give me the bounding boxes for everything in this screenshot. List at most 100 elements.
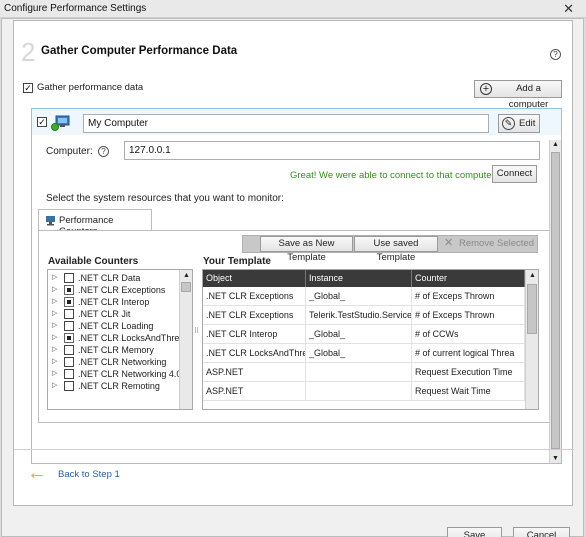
counter-item[interactable]: ▷ .NET CLR Jit — [48, 308, 178, 320]
gather-checkbox[interactable]: ✓ — [23, 83, 33, 93]
template-row[interactable]: .NET CLR Exceptions Telerik.TestStudio.Se… — [203, 306, 525, 325]
template-row[interactable]: .NET CLR LocksAndThrea _Global_ # of curre… — [203, 344, 525, 363]
counter-label: .NET CLR Interop — [78, 297, 150, 307]
counters-scrollbar[interactable]: ▲ — [179, 270, 192, 409]
resources-prompt: Select the system resources that you wan… — [46, 193, 284, 204]
grid-scroll-up-icon[interactable]: ▲ — [529, 272, 536, 279]
counter-checkbox[interactable] — [64, 369, 74, 379]
cancel-button[interactable]: Cancel — [513, 527, 570, 537]
expand-arrow-icon[interactable]: ▷ — [52, 344, 57, 356]
template-row[interactable]: ASP.NET Request Execution Time — [203, 363, 525, 382]
help-icon[interactable]: ? — [550, 49, 561, 60]
performance-counters-panel: Save as New Template Use saved Template … — [38, 230, 551, 423]
close-icon[interactable]: ✕ — [563, 1, 574, 17]
remove-selected-button[interactable]: ✕ Remove Selected — [444, 237, 536, 251]
expand-arrow-icon[interactable]: ▷ — [52, 296, 57, 308]
template-row[interactable]: .NET CLR Exceptions _Global_ # of Exceps T… — [203, 287, 525, 306]
computer-card: ✓ My Computer ✎ Edit Computer: ? 127.0.0… — [31, 108, 562, 464]
card-scroll-up-icon[interactable]: ▲ — [552, 141, 559, 148]
expand-arrow-icon[interactable]: ▷ — [52, 284, 57, 296]
template-toolbar: Save as New Template Use saved Template … — [242, 235, 538, 263]
splitter-handle[interactable]: ⠿ — [194, 328, 199, 335]
window-title: Configure Performance Settings — [4, 3, 147, 14]
counter-item[interactable]: ▷ .NET CLR Exceptions — [48, 284, 178, 296]
counter-checkbox[interactable] — [64, 297, 74, 307]
available-counters-list[interactable]: ▷ .NET CLR Data ▷ .NET CLR Exceptions ▷ .NET … — [47, 269, 193, 410]
edit-computer-button[interactable]: ✎ Edit — [498, 114, 540, 133]
scroll-up-icon[interactable]: ▲ — [183, 272, 190, 279]
cell-object: ASP.NET — [203, 363, 306, 382]
cell-counter: # of current logical Threa — [412, 344, 525, 363]
grid-scrollbar[interactable]: ▲ — [525, 270, 538, 409]
connection-status-message: Great! We were able to connect to that c… — [290, 170, 497, 181]
save-button[interactable]: Save — [447, 527, 502, 537]
computer-card-scrollbar[interactable]: ▲ ▼ — [549, 140, 561, 463]
your-template-title: Your Template — [203, 256, 271, 267]
expand-arrow-icon[interactable]: ▷ — [52, 380, 57, 392]
counter-item[interactable]: ▷ .NET CLR Networking 4.0 — [48, 368, 182, 380]
grid-header: Object Instance Counter — [203, 270, 525, 287]
counter-checkbox[interactable] — [64, 309, 74, 319]
counter-checkbox[interactable] — [64, 381, 74, 391]
performance-icon — [45, 215, 56, 226]
counter-label: .NET CLR Networking — [78, 357, 167, 367]
save-template-button[interactable]: Save as New Template — [260, 236, 353, 263]
pencil-icon: ✎ — [502, 117, 515, 130]
connect-button[interactable]: Connect — [492, 165, 537, 183]
expand-arrow-icon[interactable]: ▷ — [52, 368, 57, 380]
computer-name-input[interactable]: My Computer — [83, 114, 489, 133]
computer-enabled-checkbox[interactable]: ✓ — [37, 117, 47, 127]
back-to-step-1-link[interactable]: ← Back to Step 1 — [27, 462, 137, 486]
counters-scroll-thumb[interactable] — [181, 282, 191, 292]
use-template-button[interactable]: Use saved Template — [354, 236, 438, 263]
counter-label: .NET CLR Remoting — [78, 381, 160, 391]
cell-object: .NET CLR LocksAndThrea — [203, 344, 306, 363]
counter-checkbox[interactable] — [64, 345, 74, 355]
cell-counter: # of Exceps Thrown — [412, 287, 525, 306]
template-row[interactable]: ASP.NET Request Wait Time — [203, 382, 525, 401]
computer-address-input[interactable]: 127.0.0.1 — [124, 141, 540, 160]
expand-arrow-icon[interactable]: ▷ — [52, 332, 57, 344]
cell-instance: _Global_ — [306, 325, 412, 344]
available-counters-title: Available Counters — [48, 256, 139, 267]
counter-checkbox[interactable] — [64, 333, 74, 343]
column-object[interactable]: Object — [203, 270, 306, 287]
expand-arrow-icon[interactable]: ▷ — [52, 320, 57, 332]
counter-label: .NET CLR Memory — [78, 345, 154, 355]
counter-label: .NET CLR Loading — [78, 321, 154, 331]
counter-item[interactable]: ▷ .NET CLR Loading — [48, 320, 178, 332]
grid-scroll-thumb[interactable] — [527, 284, 537, 334]
add-computer-button[interactable]: + Add a computer — [474, 80, 562, 110]
cell-counter: Request Execution Time — [412, 363, 525, 382]
counter-item[interactable]: ▷ .NET CLR Interop — [48, 296, 178, 308]
template-grid[interactable]: Object Instance Counter .NET CLR Excepti… — [202, 269, 539, 410]
expand-arrow-icon[interactable]: ▷ — [52, 272, 57, 284]
expand-arrow-icon[interactable]: ▷ — [52, 356, 57, 368]
address-help-icon[interactable]: ? — [98, 146, 109, 157]
template-row[interactable]: .NET CLR Interop _Global_ # of CCWs — [203, 325, 525, 344]
cell-counter: Request Wait Time — [412, 382, 525, 401]
card-scroll-down-icon[interactable]: ▼ — [552, 455, 559, 462]
edit-label: Edit — [519, 118, 536, 129]
counter-item[interactable]: ▷ .NET CLR Networking — [48, 356, 178, 368]
card-scroll-thumb[interactable] — [551, 152, 560, 449]
gather-label: Gather performance data — [37, 82, 144, 93]
cell-instance: Telerik.TestStudio.Service — [306, 306, 412, 325]
counter-label: .NET CLR Networking 4.0 — [78, 369, 182, 379]
tab-performance-counters[interactable]: Performance Counters — [38, 209, 152, 237]
counter-item[interactable]: ▷ .NET CLR LocksAndThrea — [48, 332, 184, 344]
counter-checkbox[interactable] — [64, 357, 74, 367]
column-counter[interactable]: Counter — [412, 270, 525, 287]
cell-object: .NET CLR Interop — [203, 325, 306, 344]
counter-item[interactable]: ▷ .NET CLR Remoting — [48, 380, 178, 392]
title-bar: Configure Performance Settings ✕ — [0, 0, 586, 18]
counter-checkbox[interactable] — [64, 285, 74, 295]
counter-item[interactable]: ▷ .NET CLR Memory — [48, 344, 178, 356]
counter-item[interactable]: ▷ .NET CLR Data — [48, 272, 178, 284]
cell-instance: _Global_ — [306, 287, 412, 306]
counter-label: .NET CLR Data — [78, 273, 141, 283]
counter-checkbox[interactable] — [64, 321, 74, 331]
counter-checkbox[interactable] — [64, 273, 74, 283]
column-instance[interactable]: Instance — [306, 270, 412, 287]
expand-arrow-icon[interactable]: ▷ — [52, 308, 57, 320]
